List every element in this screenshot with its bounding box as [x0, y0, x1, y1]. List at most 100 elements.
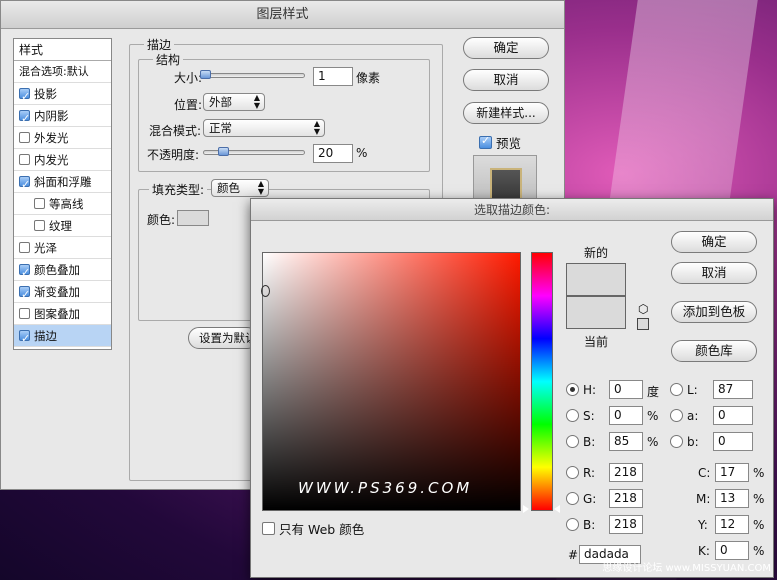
s-input[interactable]: 0	[609, 406, 643, 425]
rgb-b-input[interactable]: 218	[609, 515, 643, 534]
web-colors-only-toggle[interactable]: 只有 Web 颜色	[262, 519, 364, 538]
cube-icon[interactable]: ⬡	[638, 302, 648, 316]
size-input[interactable]: 1	[313, 67, 353, 86]
position-value: 外部	[209, 95, 232, 109]
style-item-label: 光泽	[34, 240, 57, 255]
cancel-button[interactable]: 取消	[463, 69, 549, 91]
satin-checkbox[interactable]	[19, 242, 30, 253]
ok-button[interactable]: 确定	[463, 37, 549, 59]
size-slider[interactable]	[203, 73, 305, 78]
new-style-button[interactable]: 新建样式...	[463, 102, 549, 124]
hex-label: #	[568, 548, 579, 562]
y-label: Y:	[698, 518, 708, 532]
y-input[interactable]: 12	[715, 515, 749, 534]
texture-checkbox[interactable]	[34, 220, 45, 231]
structure-group-label: 结构	[153, 51, 184, 68]
web-colors-only-checkbox[interactable]	[262, 522, 275, 535]
s-radio[interactable]	[566, 409, 579, 422]
bevel-emboss-checkbox[interactable]	[19, 174, 30, 196]
style-item-label: 描边	[34, 328, 57, 343]
color-libraries-button[interactable]: 颜色库	[671, 340, 757, 362]
outer-glow-checkbox[interactable]	[19, 132, 30, 143]
color-label: 颜色:	[147, 213, 176, 227]
b-label: B:	[583, 435, 596, 449]
style-item-label: 等高线	[49, 196, 84, 211]
style-item-bevel-emboss[interactable]: 斜面和浮雕	[14, 171, 111, 196]
h-input[interactable]: 0	[609, 380, 643, 399]
preview-toggle[interactable]: 预览	[479, 133, 521, 152]
style-item-outer-glow[interactable]: 外发光	[14, 127, 111, 149]
position-label: 位置:	[174, 98, 203, 112]
style-item-inner-shadow[interactable]: 内阴影	[14, 105, 111, 130]
k-label: K:	[698, 544, 710, 558]
fill-type-value: 颜色	[217, 181, 240, 195]
lab-b-input[interactable]: 0	[713, 432, 753, 451]
contour-checkbox[interactable]	[34, 198, 45, 209]
l-radio[interactable]	[670, 383, 683, 396]
stroke-color-swatch[interactable]	[177, 210, 209, 226]
h-radio[interactable]	[566, 383, 579, 396]
set-default-button[interactable]: 设置为默认	[188, 327, 258, 349]
a-radio[interactable]	[670, 409, 683, 422]
preview-checkbox[interactable]	[479, 134, 492, 149]
r-radio[interactable]	[566, 466, 579, 479]
style-item-label: 内阴影	[34, 108, 69, 123]
blend-mode-select[interactable]: 正常 ▲ ▼	[203, 119, 325, 137]
g-radio[interactable]	[566, 492, 579, 505]
current-color-swatch[interactable]	[566, 296, 626, 329]
inner-shadow-checkbox[interactable]	[19, 108, 30, 130]
l-input[interactable]: 87	[713, 380, 753, 399]
g-input[interactable]: 218	[609, 489, 643, 508]
rgb-b-radio[interactable]	[566, 518, 579, 531]
m-input[interactable]: 13	[715, 489, 749, 508]
opacity-slider-thumb[interactable]	[218, 147, 229, 156]
style-list: 样式 混合选项:默认 投影 内阴影 外发光 内发光 斜面和浮雕 等高线 纹理 光…	[13, 38, 112, 350]
m-unit: %	[753, 492, 765, 506]
hue-slider[interactable]	[531, 252, 553, 511]
style-item-texture[interactable]: 纹理	[14, 215, 111, 237]
gradient-overlay-checkbox[interactable]	[19, 284, 30, 306]
styles-header[interactable]: 样式	[14, 39, 111, 61]
fill-type-select[interactable]: 颜色 ▲ ▼	[211, 179, 269, 197]
picker-cancel-button[interactable]: 取消	[671, 262, 757, 284]
k-input[interactable]: 0	[715, 541, 749, 560]
color-overlay-checkbox[interactable]	[19, 262, 30, 284]
color-field-cursor[interactable]	[261, 285, 270, 297]
c-input[interactable]: 17	[715, 463, 749, 482]
style-item-gradient-overlay[interactable]: 渐变叠加	[14, 281, 111, 306]
new-color-swatch	[566, 263, 626, 296]
web-safe-swatch-icon[interactable]	[637, 318, 649, 330]
style-item-pattern-overlay[interactable]: 图案叠加	[14, 303, 111, 325]
lab-b-label: b:	[687, 435, 699, 449]
style-item-satin[interactable]: 光泽	[14, 237, 111, 259]
color-field[interactable]: WWW.PS369.COM	[262, 252, 521, 511]
hue-left-arrow-icon[interactable]	[523, 505, 529, 513]
style-item-contour[interactable]: 等高线	[14, 193, 111, 215]
a-input[interactable]: 0	[713, 406, 753, 425]
position-select[interactable]: 外部 ▲ ▼	[203, 93, 265, 111]
s-label: S:	[583, 409, 595, 423]
color-picker-dialog: 选取描边颜色: WWW.PS369.COM 新的 当前 ⬡ 确定 取消 添加到色…	[250, 198, 774, 578]
style-item-inner-glow[interactable]: 内发光	[14, 149, 111, 171]
drop-shadow-checkbox[interactable]	[19, 86, 30, 108]
m-label: M:	[696, 492, 711, 506]
style-item-stroke[interactable]: 描边	[14, 325, 111, 350]
add-to-swatches-button[interactable]: 添加到色板	[671, 301, 757, 323]
r-input[interactable]: 218	[609, 463, 643, 482]
lab-b-radio[interactable]	[670, 435, 683, 448]
b-input[interactable]: 85	[609, 432, 643, 451]
inner-glow-checkbox[interactable]	[19, 154, 30, 165]
stroke-checkbox[interactable]	[19, 328, 30, 350]
style-item-drop-shadow[interactable]: 投影	[14, 83, 111, 108]
new-color-label: 新的	[584, 246, 609, 260]
hue-right-arrow-icon[interactable]	[554, 505, 560, 513]
g-label: G:	[583, 492, 597, 506]
opacity-input[interactable]: 20	[313, 144, 353, 163]
opacity-label: 不透明度:	[147, 148, 200, 162]
style-item-color-overlay[interactable]: 颜色叠加	[14, 259, 111, 284]
size-slider-thumb[interactable]	[200, 70, 211, 79]
b-radio[interactable]	[566, 435, 579, 448]
picker-ok-button[interactable]: 确定	[671, 231, 757, 253]
blend-options-item[interactable]: 混合选项:默认	[14, 61, 111, 83]
pattern-overlay-checkbox[interactable]	[19, 308, 30, 319]
